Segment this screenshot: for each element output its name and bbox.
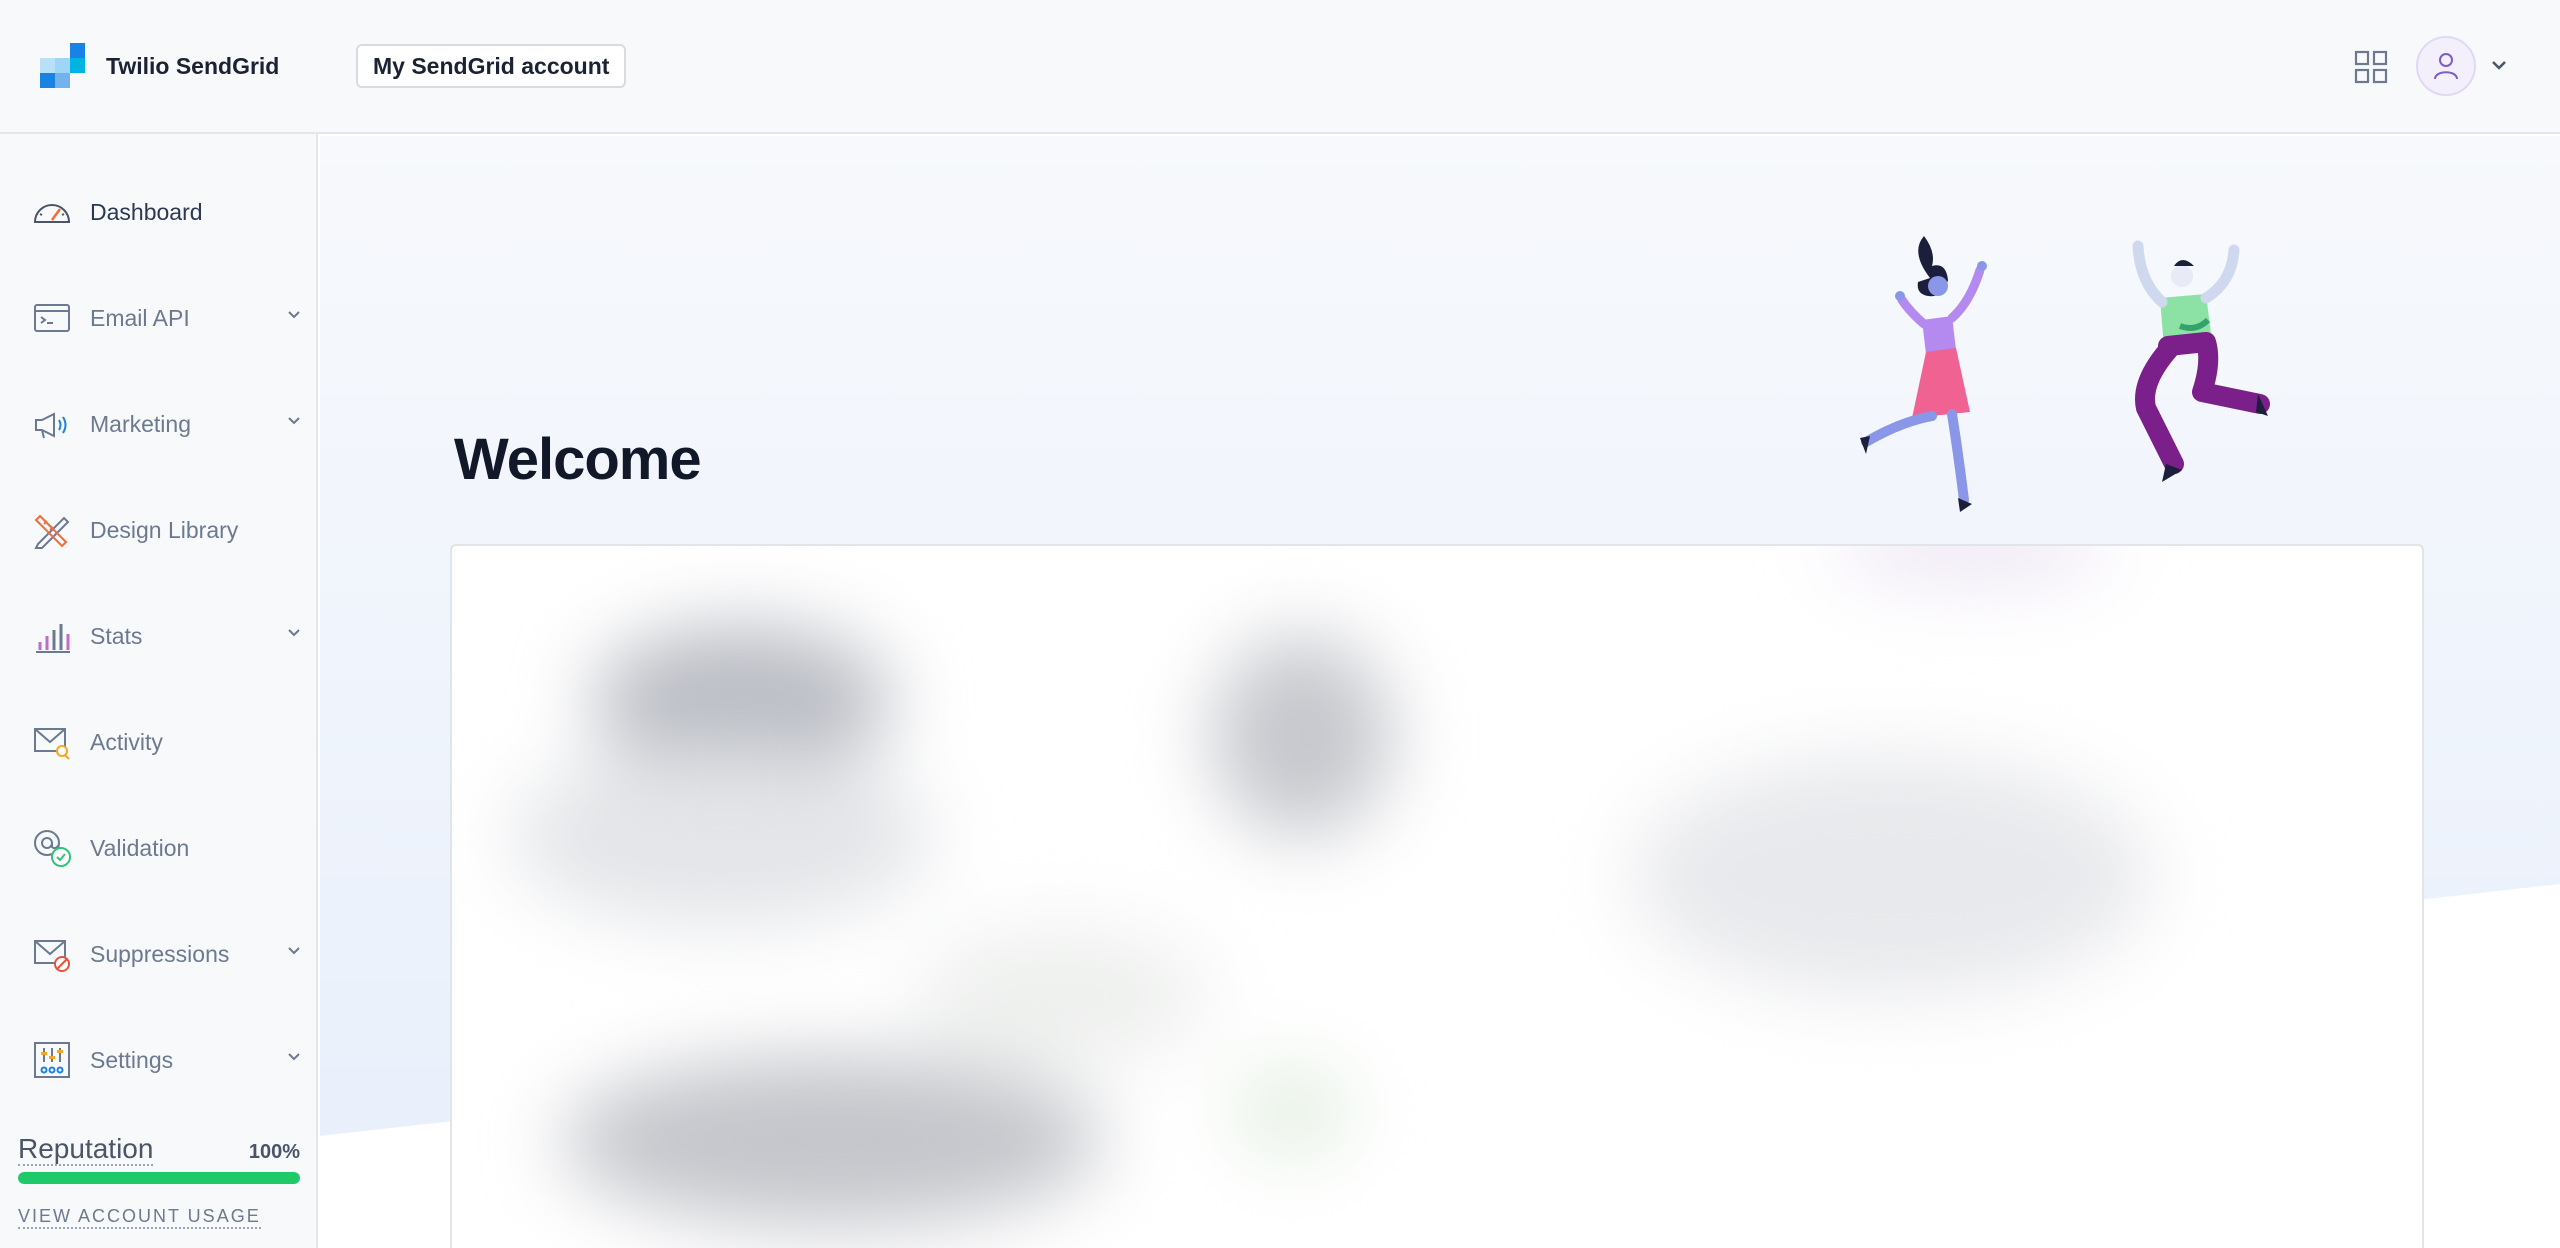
- envelope-search-icon: [34, 728, 70, 760]
- sidebar-item-label: Settings: [90, 1046, 174, 1073]
- chevron-down-icon: [288, 947, 300, 955]
- brand-name: Twilio SendGrid: [106, 52, 280, 79]
- chevron-down-icon: [288, 311, 300, 319]
- chevron-down-icon: [288, 417, 300, 425]
- page-title: Welcome: [454, 427, 702, 492]
- sidebar-item-marketing[interactable]: Marketing: [0, 392, 316, 456]
- user-avatar-button[interactable]: [2416, 36, 2476, 96]
- my-account-button[interactable]: My SendGrid account: [356, 44, 627, 88]
- sidebar-item-label: Email API: [90, 304, 190, 331]
- bar-chart-icon: [36, 624, 70, 653]
- envelope-block-icon: [34, 940, 70, 972]
- reputation-label[interactable]: Reputation: [18, 1134, 154, 1166]
- blurred-content: [452, 546, 2422, 1248]
- apps-grid-icon[interactable]: [2354, 50, 2388, 84]
- reputation-percent: 100%: [248, 1141, 300, 1163]
- chevron-down-icon: [288, 1053, 300, 1061]
- reputation-widget: Reputation 100% VIEW ACCOUNT USAGE: [18, 1134, 300, 1229]
- reputation-progress-bar: [18, 1172, 300, 1184]
- chevron-down-icon[interactable]: [2490, 56, 2508, 74]
- code-window-icon: [34, 304, 70, 332]
- sidebar-item-validation[interactable]: Validation: [0, 816, 316, 880]
- sidebar-item-stats[interactable]: Stats: [0, 604, 316, 668]
- main-content: Welcome: [320, 136, 2560, 1248]
- speedometer-icon: [33, 204, 71, 223]
- sidebar-item-label: Design Library: [90, 516, 239, 543]
- sidebar-item-label: Dashboard: [90, 198, 203, 225]
- pencil-ruler-icon: [34, 514, 70, 549]
- sidebar-item-label: Activity: [90, 728, 163, 755]
- sidebar: Dashboard Email API Marketing Design Lib…: [0, 134, 318, 1248]
- brand[interactable]: Twilio SendGrid: [40, 43, 280, 89]
- sliders-icon: [34, 1042, 70, 1078]
- sidebar-item-label: Validation: [90, 834, 190, 861]
- celebration-illustration: [1860, 236, 2270, 512]
- sendgrid-logo: [40, 43, 86, 89]
- dashboard-content-card: [450, 544, 2424, 1248]
- sidebar-item-label: Suppressions: [90, 940, 230, 967]
- user-icon: [2434, 53, 2458, 80]
- sidebar-item-email-api[interactable]: Email API: [0, 286, 316, 350]
- sidebar-item-activity[interactable]: Activity: [0, 710, 316, 774]
- chevron-down-icon: [288, 629, 300, 637]
- sidebar-item-dashboard[interactable]: Dashboard: [0, 180, 316, 244]
- sidebar-item-label: Stats: [90, 622, 143, 649]
- sidebar-item-settings[interactable]: Settings: [0, 1028, 316, 1092]
- view-account-usage-link[interactable]: VIEW ACCOUNT USAGE: [18, 1206, 261, 1229]
- sidebar-item-suppressions[interactable]: Suppressions: [0, 922, 316, 986]
- sidebar-item-design-library[interactable]: Design Library: [0, 498, 316, 562]
- megaphone-icon: [35, 412, 67, 439]
- reputation-progress-fill: [18, 1172, 300, 1184]
- top-header: Twilio SendGrid My SendGrid account: [0, 0, 2560, 134]
- sidebar-item-label: Marketing: [90, 410, 191, 437]
- at-check-icon: [34, 830, 71, 867]
